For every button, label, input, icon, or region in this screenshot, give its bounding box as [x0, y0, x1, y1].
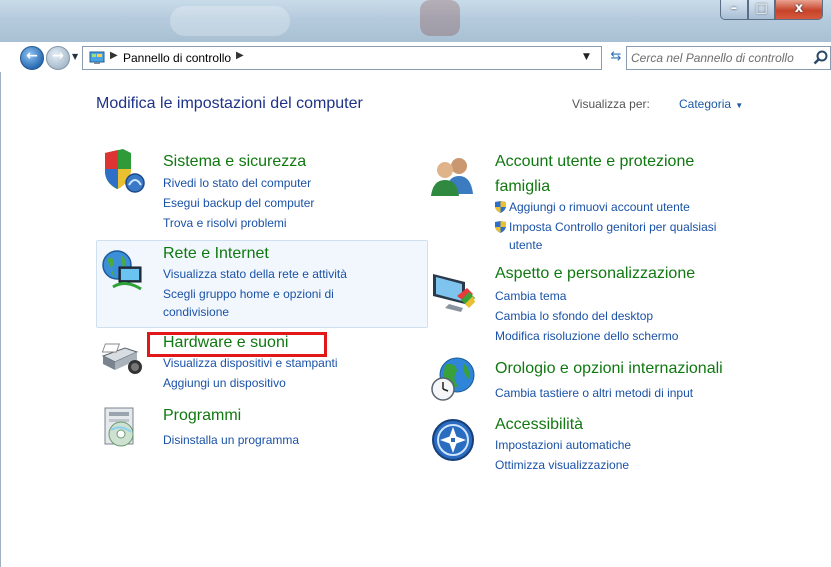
search-box[interactable]: [626, 46, 831, 70]
link-add-device[interactable]: Aggiungi un dispositivo: [163, 376, 286, 390]
category-title-cont[interactable]: famiglia: [495, 178, 550, 196]
link-change-theme[interactable]: Cambia tema: [495, 289, 566, 303]
category-title[interactable]: Programmi: [163, 407, 241, 425]
link-optimize-display[interactable]: Ottimizza visualizzazione: [495, 458, 629, 472]
maximize-icon: □: [755, 1, 768, 16]
window-titlebar[interactable]: – □ x: [0, 0, 831, 42]
annotation-highlight-box: [147, 332, 327, 357]
minimize-button[interactable]: –: [720, 0, 748, 20]
back-button[interactable]: ←: [20, 46, 44, 70]
navigation-bar: ← → ▼ ▶ Pannello di controllo ▶ ▼ ⇆: [0, 42, 831, 72]
search-input[interactable]: [631, 50, 807, 66]
address-dropdown-icon[interactable]: ▼: [583, 52, 590, 62]
link-desktop-background[interactable]: Cambia lo sfondo del desktop: [495, 309, 653, 323]
uac-shield-icon: [495, 201, 506, 213]
category-title[interactable]: Rete e Internet: [163, 245, 269, 263]
link-network-status[interactable]: Visualizza stato della rete e attività: [163, 267, 347, 281]
view-by-dropdown[interactable]: Categoria ▼: [679, 97, 743, 111]
control-panel-content: Modifica le impostazioni del computer Vi…: [0, 72, 831, 567]
link-troubleshoot[interactable]: Trova e risolvi problemi: [163, 216, 287, 230]
chevron-down-icon: ▼: [733, 101, 744, 110]
breadcrumb-arrow-icon[interactable]: ▶: [236, 50, 244, 61]
category-title[interactable]: Account utente e protezione: [495, 153, 694, 171]
link-label: Aggiungi o rimuovi account utente: [509, 200, 690, 214]
link-auto-settings[interactable]: Impostazioni automatiche: [495, 438, 631, 452]
link-screen-resolution[interactable]: Modifica risoluzione dello schermo: [495, 329, 678, 343]
link-uninstall-program[interactable]: Disinstalla un programma: [163, 433, 299, 447]
maximize-button[interactable]: □: [748, 0, 775, 20]
printer-speaker-icon: [101, 343, 142, 374]
accessibility-icon: [432, 419, 474, 461]
link-parental-controls-cont[interactable]: utente: [509, 238, 542, 252]
breadcrumb-arrow-icon[interactable]: ▶: [110, 50, 118, 61]
close-button[interactable]: x: [775, 0, 823, 20]
link-review-status[interactable]: Rivedi lo stato del computer: [163, 176, 311, 190]
link-homegroup-cont[interactable]: condivisione: [163, 305, 229, 319]
titlebar-decoration: [170, 6, 290, 36]
refresh-icon: ⇆: [610, 49, 622, 64]
forward-arrow-icon: →: [52, 48, 64, 64]
category-title[interactable]: Orologio e opzioni internazionali: [495, 360, 723, 378]
page-title: Modifica le impostazioni del computer: [96, 95, 363, 112]
history-dropdown-icon[interactable]: ▼: [72, 52, 78, 61]
back-arrow-icon: ←: [26, 48, 38, 64]
link-change-keyboards[interactable]: Cambia tastiere o altri metodi di input: [495, 386, 693, 400]
breadcrumb-control-panel[interactable]: Pannello di controllo: [123, 51, 231, 65]
control-panel-icon: [89, 51, 105, 64]
titlebar-decoration: [420, 0, 460, 36]
minimize-icon: –: [730, 1, 738, 16]
view-by-value: Categoria: [679, 97, 732, 111]
display-paint-icon: [433, 274, 475, 312]
close-icon: x: [794, 1, 804, 16]
refresh-button[interactable]: ⇆: [606, 46, 626, 70]
programs-disc-icon: [104, 407, 134, 447]
category-title[interactable]: Accessibilità: [495, 416, 583, 434]
address-bar[interactable]: ▶ Pannello di controllo ▶ ▼: [82, 46, 602, 70]
link-label: Imposta Controllo genitori per qualsiasi: [509, 220, 717, 234]
category-title[interactable]: Sistema e sicurezza: [163, 153, 306, 171]
link-parental-controls[interactable]: Imposta Controllo genitori per qualsiasi: [495, 220, 716, 234]
shield-pc-icon: [105, 149, 145, 193]
network-globe-icon: [102, 250, 142, 291]
clock-globe-icon: [431, 357, 475, 401]
view-by-label: Visualizza per:: [572, 97, 650, 111]
link-backup[interactable]: Esegui backup del computer: [163, 196, 314, 210]
link-devices-printers[interactable]: Visualizza dispositivi e stampanti: [163, 356, 338, 370]
forward-button[interactable]: →: [46, 46, 70, 70]
category-title[interactable]: Aspetto e personalizzazione: [495, 265, 695, 283]
search-icon[interactable]: [813, 50, 829, 66]
link-add-remove-accounts[interactable]: Aggiungi o rimuovi account utente: [495, 200, 690, 214]
users-icon: [431, 158, 473, 196]
uac-shield-icon: [495, 221, 506, 233]
link-homegroup[interactable]: Scegli gruppo home e opzioni di: [163, 287, 334, 301]
